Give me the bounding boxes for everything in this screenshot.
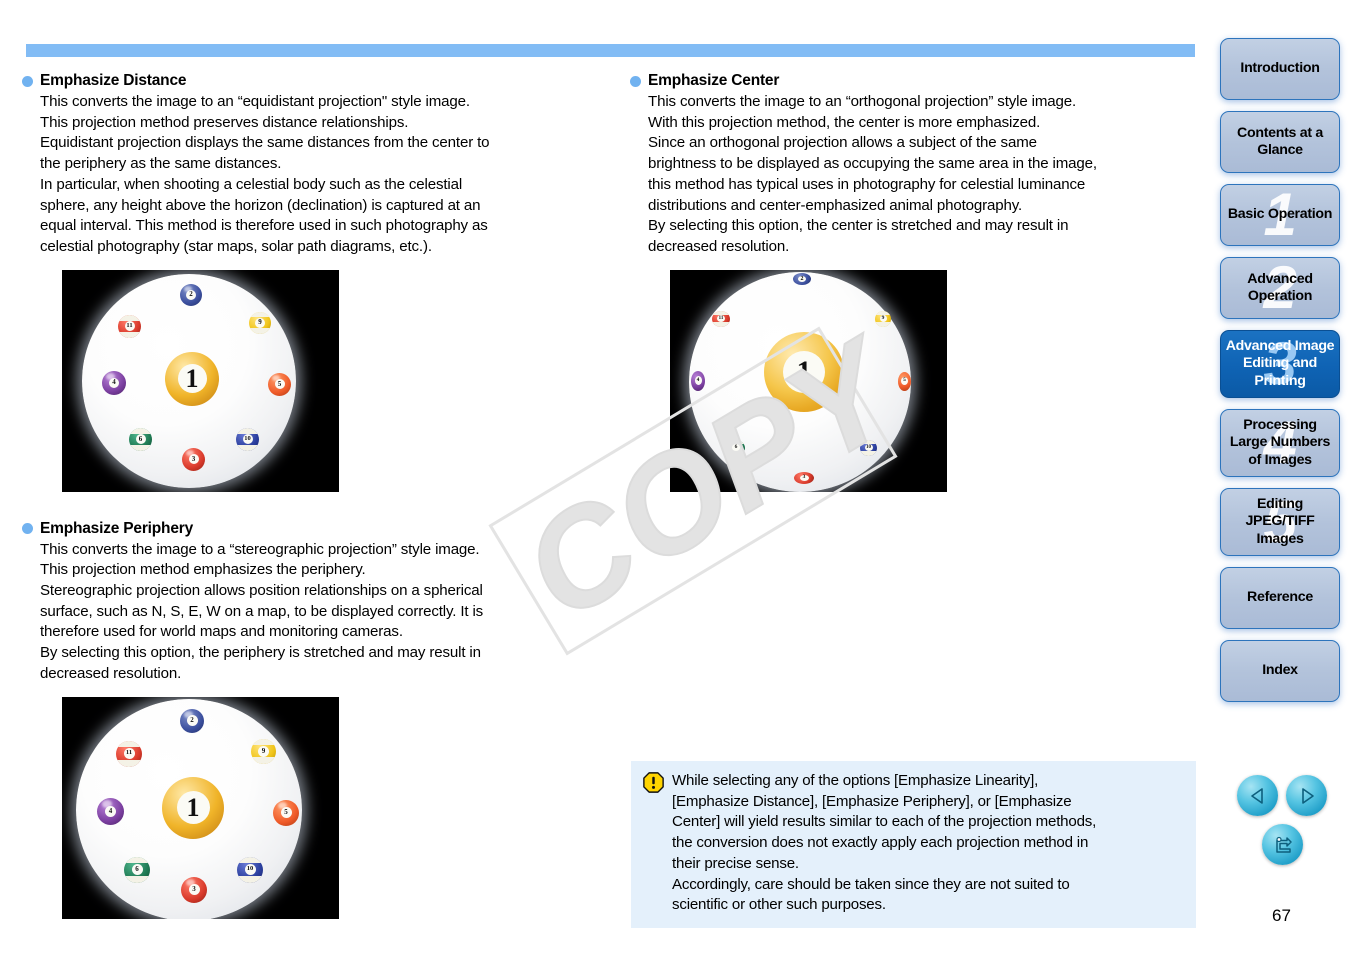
section-emphasize-center: Emphasize Center This converts the image… [630, 72, 1230, 492]
center-ball: 1 [165, 351, 219, 406]
section-body: This converts the image to an “orthogona… [648, 93, 1097, 255]
section-title: Emphasize Distance [40, 72, 187, 89]
top-accent-bar [26, 44, 1195, 57]
sidebar-item-label: Advanced Image Editing and Printing [1225, 337, 1335, 389]
previous-page-button[interactable] [1237, 775, 1278, 816]
sidebar-item-label: Basic Operation [1227, 206, 1333, 223]
section-body: This converts the image to an “equidista… [40, 93, 490, 255]
figure-emphasize-center: 2 9 5 10 3 6 4 11 1 [670, 269, 947, 492]
sidebar-item-advanced-operation[interactable]: 2 Advanced Operation [1220, 257, 1340, 319]
sidebar-item-label: Editing JPEG/TIFF Images [1245, 495, 1315, 547]
return-icon [1275, 836, 1292, 853]
sidebar-item-label: Processing Large Numbers of Images [1229, 416, 1331, 468]
page-number: 67 [1272, 906, 1291, 925]
return-button[interactable] [1262, 824, 1303, 865]
warning-exclamation-icon [643, 772, 664, 916]
sidebar-item-processing-large-numbers-of-images[interactable]: 4 Processing Large Numbers of Images [1220, 409, 1340, 477]
section-title: Emphasize Center [648, 72, 780, 89]
sidebar-item-label: Index [1262, 662, 1298, 679]
bullet-dot-icon [630, 75, 641, 87]
sidebar-item-label: Contents at a Glance [1237, 124, 1323, 159]
center-ball: 1 [764, 331, 844, 412]
figure-emphasize-distance: 2 9 5 10 3 6 4 11 1 [62, 269, 339, 492]
sidebar-item-basic-operation[interactable]: 1 Basic Operation [1220, 184, 1340, 246]
sidebar-navigation: Introduction Contents at a Glance 1 Basi… [1220, 38, 1342, 713]
section-title: Emphasize Periphery [40, 519, 193, 537]
section-heading-emphasize-center: Emphasize Center [630, 72, 1230, 90]
bullet-dot-icon [22, 75, 33, 87]
previous-page-icon [1250, 787, 1263, 804]
caution-note-text: While selecting any of the options [Emph… [672, 772, 1097, 914]
sidebar-item-label: Introduction [1240, 60, 1320, 77]
section-heading-emphasize-distance: Emphasize Distance [22, 72, 622, 90]
section-emphasize-distance: Emphasize Distance This converts the ima… [22, 72, 622, 492]
return-button-wrapper [1262, 824, 1303, 865]
section-body: This converts the image to a “stereograp… [40, 540, 484, 682]
sidebar-item-editing-jpeg-tiff-images[interactable]: 5 Editing JPEG/TIFF Images [1220, 488, 1340, 556]
sidebar-item-introduction[interactable]: Introduction [1220, 38, 1340, 100]
section-emphasize-periphery: Emphasize Periphery This converts the im… [22, 520, 622, 919]
center-ball: 1 [162, 776, 224, 839]
next-page-button[interactable] [1286, 775, 1327, 816]
sidebar-item-contents-at-a-glance[interactable]: Contents at a Glance [1220, 111, 1340, 173]
sidebar-item-index[interactable]: Index [1220, 640, 1340, 702]
next-page-icon [1301, 787, 1314, 804]
figure-emphasize-periphery: 2 9 5 10 3 6 4 11 1 [62, 696, 339, 919]
sidebar-item-reference[interactable]: Reference [1220, 567, 1340, 629]
sidebar-item-label: Reference [1247, 589, 1313, 606]
section-heading-emphasize-periphery: Emphasize Periphery [22, 520, 622, 538]
caution-note-box: While selecting any of the options [Emph… [631, 761, 1196, 928]
right-content-column: Emphasize Center This converts the image… [630, 72, 1230, 492]
sidebar-item-label: Advanced Operation [1247, 270, 1313, 305]
page-navigation-buttons [1237, 775, 1327, 816]
sidebar-item-advanced-image-editing-and-printing[interactable]: 3 Advanced Image Editing and Printing [1220, 330, 1340, 398]
bullet-dot-icon [22, 523, 33, 535]
left-content-column: Emphasize Distance This converts the ima… [22, 72, 622, 919]
